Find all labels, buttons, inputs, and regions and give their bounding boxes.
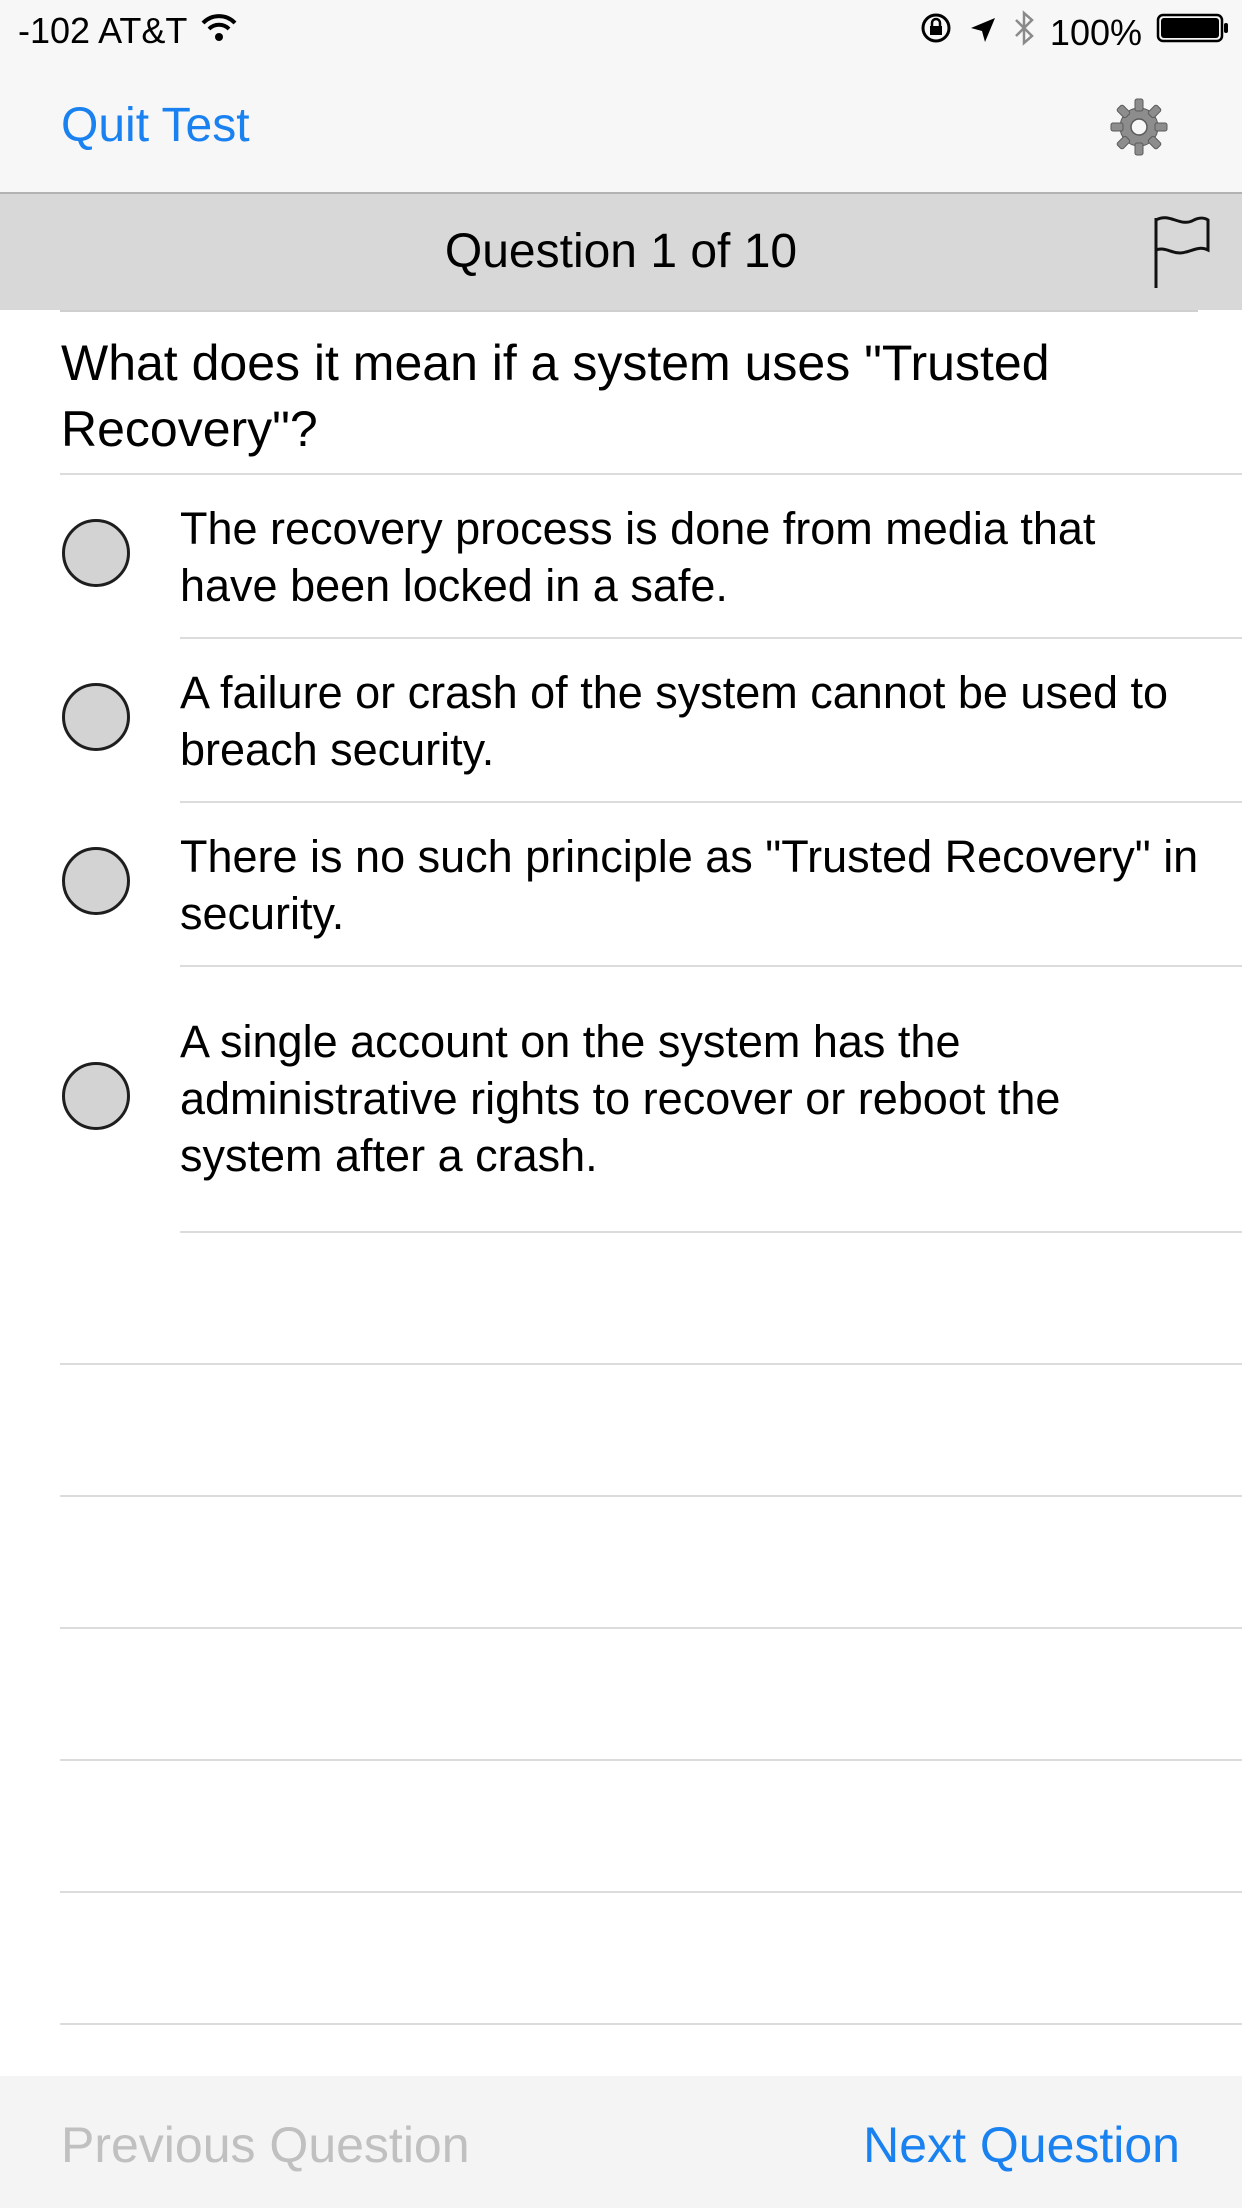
empty-row-divider <box>60 1495 1242 1497</box>
wifi-icon <box>199 10 239 52</box>
bluetooth-icon <box>1012 10 1036 55</box>
radio-button[interactable] <box>62 1062 130 1130</box>
empty-row-divider <box>60 1627 1242 1629</box>
answer-option-text: The recovery process is done from media … <box>180 503 1096 611</box>
location-arrow-icon <box>968 12 998 54</box>
orientation-lock-icon <box>918 10 954 55</box>
answer-option[interactable]: A single account on the system has the a… <box>0 967 1242 1231</box>
previous-question-button[interactable]: Previous Question <box>61 2116 470 2174</box>
answer-option-text: A failure or crash of the system cannot … <box>180 667 1169 775</box>
battery-icon <box>1156 11 1230 54</box>
empty-row-divider <box>60 2023 1242 2025</box>
gear-icon[interactable] <box>1108 96 1170 158</box>
empty-row-divider <box>60 1891 1242 1893</box>
answer-option[interactable]: A failure or crash of the system cannot … <box>0 639 1242 801</box>
battery-percent: 100% <box>1049 11 1142 53</box>
quit-test-button[interactable]: Quit Test <box>61 98 250 153</box>
question-text: What does it mean if a system uses "Trus… <box>61 335 1050 457</box>
radio-button[interactable] <box>62 519 130 587</box>
flag-icon[interactable] <box>1150 212 1214 292</box>
status-bar: -102 AT&T 100% <box>0 0 1242 62</box>
empty-row-divider <box>60 1363 1242 1365</box>
next-question-button[interactable]: Next Question <box>863 2116 1180 2174</box>
empty-row-divider <box>60 1759 1242 1761</box>
radio-button[interactable] <box>62 683 130 751</box>
radio-button[interactable] <box>62 847 130 915</box>
question-counter: Question 1 of 10 <box>444 225 798 278</box>
answer-option[interactable]: The recovery process is done from media … <box>0 475 1242 637</box>
answer-option-text: A single account on the system has the a… <box>180 1016 1061 1181</box>
option-divider <box>180 1231 1242 1233</box>
navigation-bar: Quit Test <box>0 62 1242 194</box>
answer-option-text: There is no such principle as "Trusted R… <box>180 831 1199 939</box>
answer-option[interactable]: There is no such principle as "Trusted R… <box>0 803 1242 965</box>
header-divider <box>60 310 1198 312</box>
carrier-label: -102 AT&T <box>18 10 188 51</box>
question-header: Question 1 of 10 <box>0 194 1242 310</box>
bottom-toolbar: Previous Question Next Question <box>0 2076 1242 2208</box>
